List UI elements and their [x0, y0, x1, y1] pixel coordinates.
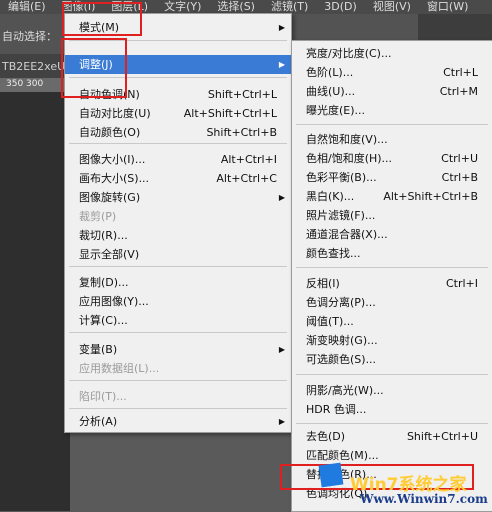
divider	[69, 77, 287, 78]
menu-item-crop: 裁剪(P)	[79, 210, 117, 223]
menu-item-auto-contrast[interactable]: 自动对比度(U) Alt+Shift+Ctrl+L	[65, 104, 291, 123]
menu-3d[interactable]: 3D(D)	[316, 0, 365, 14]
menu-item-auto-tone[interactable]: 自动色调(N) Shift+Ctrl+L	[65, 85, 291, 104]
menu-item-selective-color[interactable]: 可选颜色(S)...	[292, 350, 492, 369]
menu-item-threshold[interactable]: 阈值(T)...	[292, 312, 492, 331]
watermark-url: Www.Winwin7.com	[360, 492, 488, 506]
menu-item-photo-filter[interactable]: 照片滤镜(F)...	[292, 206, 492, 225]
menu-item-curves[interactable]: 曲线(U)... Ctrl+M	[292, 82, 492, 101]
menu-item-calculations[interactable]: 计算(C)...	[65, 311, 291, 330]
divider	[69, 408, 287, 409]
menu-item-image-rotation[interactable]: 图像旋转(G) ▶	[65, 188, 291, 207]
menu-item-apply-data-set: 应用数据组(L)...	[79, 362, 160, 375]
menu-type[interactable]: 文字(Y)	[156, 0, 209, 14]
menu-item-exposure[interactable]: 曝光度(E)...	[292, 101, 492, 120]
submenu-arrow-icon: ▶	[278, 345, 285, 354]
menu-layer[interactable]: 图层(L)	[103, 0, 156, 14]
menu-edit[interactable]: 编辑(E)	[0, 0, 54, 14]
submenu-arrow-icon: ▶	[278, 60, 285, 69]
menu-view[interactable]: 视图(V)	[365, 0, 419, 14]
divider	[296, 374, 488, 375]
menu-item-shadows-highlights[interactable]: 阴影/高光(W)...	[292, 381, 492, 400]
menu-item-vibrance[interactable]: 自然饱和度(V)...	[292, 130, 492, 149]
menu-item-invert[interactable]: 反相(I) Ctrl+I	[292, 274, 492, 293]
divider	[296, 124, 488, 125]
menu-item-channel-mixer[interactable]: 通道混合器(X)...	[292, 225, 492, 244]
menu-item-black-white[interactable]: 黑白(K)... Alt+Shift+Ctrl+B	[292, 187, 492, 206]
divider	[69, 40, 287, 41]
menu-select[interactable]: 选择(S)	[209, 0, 263, 14]
menu-item-levels[interactable]: 色阶(L)... Ctrl+L	[292, 63, 492, 82]
menu-item-reveal-all[interactable]: 显示全部(V)	[65, 245, 291, 264]
image-menu: 模式(M) ▶ 调整(J) ▶ 自动色调(N) Shift+Ctrl+L 自动对比度(…	[64, 13, 292, 433]
menu-item-image-size[interactable]: 图像大小(I)... Alt+Ctrl+I	[65, 150, 291, 169]
submenu-arrow-icon: ▶	[278, 417, 285, 426]
menu-item-hdr-toning[interactable]: HDR 色调...	[292, 400, 492, 419]
menu-item-trap: 陷印(T)...	[79, 390, 127, 403]
divider	[296, 267, 488, 268]
divider	[69, 380, 287, 381]
menu-bar: 编辑(E) 图像(I) 图层(L) 文字(Y) 选择(S) 滤镜(T) 3D(D…	[0, 0, 492, 14]
menu-item-desaturate[interactable]: 去色(D) Shift+Ctrl+U	[292, 427, 492, 446]
menu-item-gradient-map[interactable]: 渐变映射(G)...	[292, 331, 492, 350]
divider	[69, 332, 287, 333]
document-tab[interactable]: TB2EE2xeU	[0, 54, 70, 78]
windows-logo-icon	[318, 462, 344, 488]
menu-item-variables[interactable]: 变量(B) ▶	[65, 340, 291, 359]
menu-item-match-color[interactable]: 匹配颜色(M)...	[292, 446, 492, 465]
menu-item-apply-image[interactable]: 应用图像(Y)...	[65, 292, 291, 311]
menu-item-auto-color[interactable]: 自动颜色(O) Shift+Ctrl+B	[65, 123, 291, 142]
submenu-arrow-icon: ▶	[278, 193, 285, 202]
adjustments-submenu: 亮度/对比度(C)... 色阶(L)... Ctrl+L 曲线(U)... Ctrl…	[291, 40, 492, 512]
menu-item-posterize[interactable]: 色调分离(P)...	[292, 293, 492, 312]
menu-item-trim[interactable]: 裁切(R)...	[65, 226, 291, 245]
menu-item-brightness-contrast[interactable]: 亮度/对比度(C)...	[292, 44, 492, 63]
canvas-area	[0, 92, 70, 511]
submenu-arrow-icon: ▶	[278, 23, 285, 32]
menu-item-canvas-size[interactable]: 画布大小(S)... Alt+Ctrl+C	[65, 169, 291, 188]
menu-item-duplicate[interactable]: 复制(D)...	[65, 273, 291, 292]
divider	[69, 143, 287, 144]
menu-window[interactable]: 窗口(W)	[419, 0, 476, 14]
watermark: Win7系统之家 Www.Winwin7.com	[318, 462, 492, 511]
menu-image[interactable]: 图像(I)	[54, 0, 104, 14]
menu-item-adjust[interactable]: 调整(J) ▶	[65, 55, 291, 74]
auto-select-label: 自动选择：	[2, 30, 57, 43]
menu-item-mode[interactable]: 模式(M) ▶	[65, 18, 291, 37]
menu-item-analysis[interactable]: 分析(A) ▶	[65, 412, 291, 431]
ruler: 350 300	[0, 78, 70, 92]
menu-item-color-lookup[interactable]: 颜色查找...	[292, 244, 492, 263]
ruler-text: 350 300	[6, 79, 44, 89]
menu-item-hue-saturation[interactable]: 色相/饱和度(H)... Ctrl+U	[292, 149, 492, 168]
document-tab-label: TB2EE2xeU	[2, 60, 66, 73]
divider	[296, 423, 488, 424]
divider	[69, 266, 287, 267]
menu-item-color-balance[interactable]: 色彩平衡(B)... Ctrl+B	[292, 168, 492, 187]
menu-filter[interactable]: 滤镜(T)	[263, 0, 316, 14]
